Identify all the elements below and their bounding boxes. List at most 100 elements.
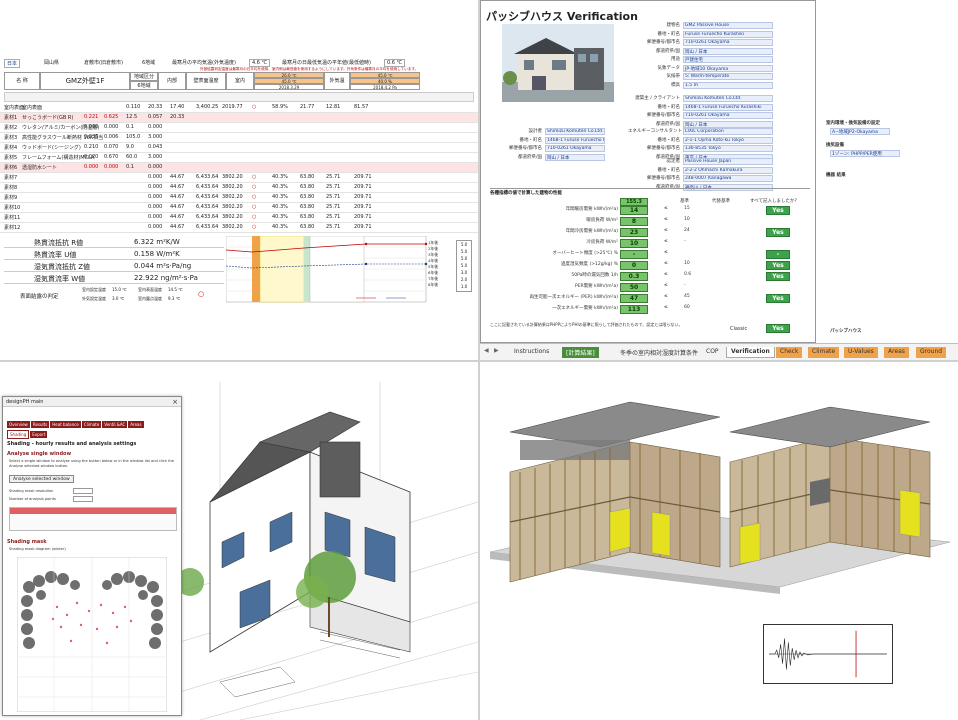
project-value[interactable]: 1.5 m [683, 81, 773, 89]
cond-a-value: 15.0 ℃ [112, 287, 127, 292]
certifier-value[interactable]: 248-0007 Kanagawa [683, 175, 773, 182]
area-value[interactable]: 6地域 [130, 81, 158, 90]
designph-window[interactable]: designPH main × Overview Results Heat bala… [2, 396, 182, 716]
analyse-selected-window-button[interactable]: Analyse selected window [9, 475, 74, 483]
thermal-conductivity-cell[interactable]: 0.221 [84, 114, 98, 120]
project-value[interactable]: Furuse Furuecho Kurashiki [683, 30, 773, 38]
tab-overview[interactable]: Overview [7, 421, 30, 428]
tab-u-values[interactable]: U-Values [844, 347, 878, 358]
layer-row: 素材5 フレームフォーム(構造材)MCLA 0.020 0.670 60.0 3.000 [0, 153, 478, 163]
analysis-points-input[interactable] [73, 496, 93, 502]
thermal-conductivity-cell[interactable]: 0.020 [84, 154, 98, 160]
dew-point-cell: 25.71 [326, 214, 341, 220]
client-value[interactable]: 710-0261 Okayama [683, 112, 773, 119]
layer-row: 素材1 せっこうボード(GB R) 0.221 0.625 12.5 0.057 20.33 [0, 113, 478, 123]
thickness-cell[interactable]: 0.1 [126, 124, 134, 130]
thickness-cell[interactable]: 60.0 [126, 154, 137, 160]
moisture-conductivity-cell[interactable]: 0.625 [104, 114, 118, 120]
project-value[interactable]: 戸建住宅 [683, 56, 773, 63]
energy-value[interactable]: 136-8535 Tokyo [683, 145, 773, 152]
tab-ground[interactable]: Ground [916, 347, 947, 358]
tab-verification[interactable]: Verification [726, 347, 775, 358]
thermal-conductivity-cell[interactable]: 0.210 [84, 144, 98, 150]
tab-areas[interactable]: Areas [884, 347, 909, 358]
tab-export[interactable]: Export [30, 431, 48, 438]
moisture-conductivity-cell[interactable]: 0.000 [104, 164, 118, 170]
resolution-select[interactable] [73, 488, 93, 494]
moisture-conductivity-cell[interactable]: 0.670 [104, 154, 118, 160]
criterion-limit: - [684, 239, 686, 244]
house-3d-model[interactable] [180, 382, 478, 720]
project-value[interactable]: 岡山 / 日本 [683, 47, 773, 55]
thermal-conductivity-cell[interactable]: 0.035 [84, 134, 98, 140]
tab-results[interactable]: Results [30, 421, 50, 428]
designer-value[interactable]: 1468-1 Furuse Furuecho Kurashiki [545, 136, 605, 144]
wall-title[interactable]: GMZ外壁1F [40, 72, 130, 90]
gypsum-layer-band [252, 236, 260, 302]
cond-a-label: 室内設定温度 [82, 287, 106, 292]
energy-value[interactable]: 2-1-1 Ojima Koto-ku Tokyo [683, 136, 773, 144]
certifier-value[interactable]: 2-2-2 Ohmachi Kamakura [683, 166, 773, 174]
right-value-zone[interactable]: 1ゾーン: PHPP/PER使用 [830, 150, 900, 157]
right-value-climate[interactable]: A−地域JP2-Okayama [830, 128, 890, 135]
thickness-cell[interactable]: 9.0 [126, 144, 134, 150]
prefecture-cell[interactable]: 岡山県 [44, 59, 59, 66]
tab-instructions[interactable]: Instructions [510, 347, 553, 358]
tab-check[interactable]: Check [776, 347, 803, 358]
designer-value[interactable]: 岡山 / 日本 [545, 153, 605, 161]
region-cell[interactable]: 6地域 [142, 59, 155, 66]
moisture-conductivity-cell[interactable]: 0.006 [104, 134, 118, 140]
moisture-conductivity-cell[interactable]: 0.000 [104, 124, 118, 130]
country-cell[interactable]: 日本 [4, 59, 21, 68]
tab-ventilation[interactable]: Ventil.&AC [102, 421, 128, 428]
designer-value[interactable]: Shimizu Komuten Co.Ltd. [545, 128, 605, 135]
layer-name-cell[interactable]: せっこうボード(GB R) [22, 114, 73, 121]
tab-climate[interactable]: Climate [808, 347, 840, 358]
tab-scroll-left-icon[interactable]: ◀ [484, 347, 489, 354]
treated-floor-area[interactable]: 155.3 [620, 198, 648, 206]
layer-name-cell[interactable]: ウッドボード(シージング) [22, 144, 81, 151]
layer-row: 素材4 ウッドボード(シージング) 0.210 0.070 9.0 0.043 [0, 143, 478, 153]
energy-value[interactable]: LIXIL Corporation [683, 128, 773, 135]
thickness-cell[interactable]: 105.0 [126, 134, 140, 140]
project-value[interactable]: 710-0261 Okayama [683, 39, 773, 46]
tab-shading[interactable]: Shading [7, 430, 30, 439]
layer-number-cell: 素材10 [4, 205, 21, 211]
tab-scroll-right-icon[interactable]: ▶ [494, 347, 499, 354]
tab-heat-balance[interactable]: Heat balance [50, 421, 81, 428]
z-value-label: 湿気貫流抵抗 Z値 [34, 263, 91, 271]
thermal-conductivity-cell[interactable]: 0.000 [84, 164, 98, 170]
project-value[interactable]: GMZ Passive House [683, 22, 773, 29]
project-value[interactable]: JP-地域10 Okayama [683, 64, 773, 72]
tab-results[interactable]: [計算結果] [562, 347, 599, 358]
designer-value[interactable]: 710-0261 Okayama [545, 145, 605, 152]
layer-name-cell[interactable]: 室内表面 [22, 104, 42, 111]
u-value: 0.158 W/m²K [134, 250, 180, 258]
criterion-limit: 10 [684, 261, 690, 266]
thickness-cell[interactable]: 0.110 [126, 104, 140, 110]
tick-label: 3.0 [460, 270, 468, 275]
thermal-conductivity-cell[interactable]: 0.000 [84, 124, 98, 130]
moisture-conductivity-cell[interactable]: 0.070 [104, 144, 118, 150]
project-value[interactable]: 5: Warm-temperate [683, 73, 773, 80]
tab-humidity-conditions[interactable]: 冬季の室内相対湿度計算条件 [616, 347, 702, 358]
client-value[interactable]: Shimizu Komuten Co.Ltd. [683, 95, 773, 102]
thermal-resistance-cell: 0.000 [148, 174, 163, 180]
shading-resolution-label: Shading mask resolution [9, 489, 54, 493]
criterion-label: 年間冷房需要 kWh/(m²a) [565, 229, 618, 234]
min-temp-value[interactable]: 0.6 ℃ [384, 59, 406, 67]
layer-name-cell[interactable]: 透湿防水シート [22, 164, 57, 171]
tab-climate[interactable]: Climate [81, 421, 102, 428]
certifier-value[interactable]: Passive House Japan [683, 158, 773, 165]
tab-areas[interactable]: Areas [128, 421, 144, 428]
city-cell[interactable]: 倉敷市(旧倉敷市) [84, 59, 123, 66]
saturation-pressure-cell: 3,400.25 [196, 104, 219, 110]
thickness-cell[interactable]: 0.1 [126, 164, 134, 170]
close-icon[interactable]: × [172, 398, 178, 406]
thickness-cell[interactable]: 12.5 [126, 114, 137, 120]
mean-temp-value[interactable]: 4.6 ℃ [249, 59, 271, 67]
min-temp-label: 最寒月の日最低気温の平年値(最低値時) [282, 60, 371, 66]
client-value[interactable]: 岡山 / 日本 [683, 120, 773, 128]
client-value[interactable]: 1468-1 Furuse Furuecho Kurashiki [683, 103, 773, 111]
tab-cop[interactable]: COP [702, 347, 723, 358]
